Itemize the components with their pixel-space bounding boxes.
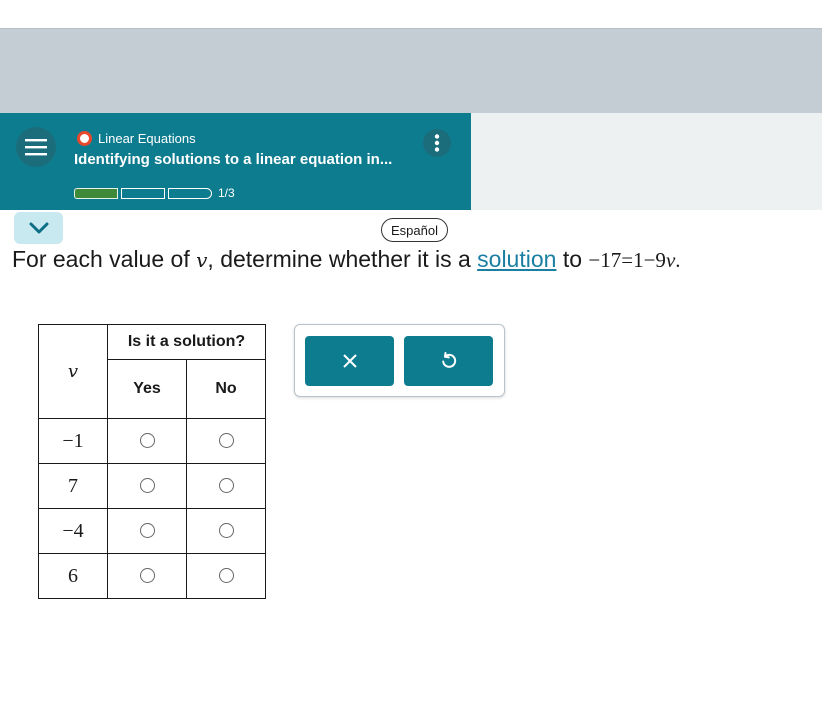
no-radio[interactable]	[218, 433, 234, 449]
yes-radio[interactable]	[139, 433, 155, 449]
no-cell	[186, 418, 266, 464]
question-variable: v	[196, 248, 208, 272]
row-value: −1	[38, 418, 108, 464]
lesson-subtitle: Identifying solutions to a linear equati…	[74, 151, 393, 168]
menu-button[interactable]	[16, 127, 56, 167]
table-row: −1	[38, 418, 266, 464]
solution-link[interactable]: solution	[477, 246, 556, 272]
no-radio[interactable]	[218, 568, 234, 584]
no-cell	[186, 463, 266, 509]
question-middle: , determine whether it is a	[207, 246, 478, 272]
progress-bar: 1/3	[74, 186, 235, 200]
chevron-down-icon	[29, 222, 48, 234]
yes-header: Yes	[107, 359, 187, 419]
group-header: Is it a solution?	[107, 324, 266, 360]
yes-cell	[107, 553, 187, 599]
question-to: to	[556, 246, 589, 272]
topic-header: Linear Equations Identifying solutions t…	[0, 113, 471, 210]
topic-status-icon	[77, 131, 92, 146]
table-row: −4	[38, 508, 266, 554]
more-options-button[interactable]	[423, 129, 451, 157]
question-prefix: For each value of	[12, 246, 197, 272]
equation-left: −17=1−9	[588, 248, 666, 272]
question-text: For each value of v, determine whether i…	[12, 246, 681, 273]
equation-variable: v	[665, 248, 676, 272]
row-value: −4	[38, 508, 108, 554]
progress-segment-2	[121, 187, 165, 199]
undo-icon	[441, 352, 456, 368]
collapse-button[interactable]	[14, 212, 63, 244]
answer-tools-panel	[294, 324, 505, 397]
hamburger-menu-icon	[25, 139, 47, 156]
no-cell	[186, 508, 266, 554]
progress-segment-3	[168, 187, 212, 199]
progress-text: 1/3	[218, 186, 235, 200]
no-header: No	[186, 359, 266, 419]
yes-cell	[107, 463, 187, 509]
close-icon	[342, 354, 357, 368]
solution-table: v Is it a solution? Yes No −1 7 −4 6	[38, 324, 266, 599]
table-row: 7	[38, 463, 266, 509]
language-button[interactable]: Español	[381, 218, 448, 242]
yes-cell	[107, 508, 187, 554]
yes-radio[interactable]	[139, 568, 155, 584]
yes-radio[interactable]	[139, 523, 155, 539]
topic-label: Linear Equations	[98, 131, 196, 146]
top-gray-band	[0, 29, 822, 113]
browser-top-bar	[0, 0, 822, 29]
progress-segment-1	[74, 187, 118, 199]
vertical-dots-icon	[434, 134, 440, 152]
no-radio[interactable]	[218, 523, 234, 539]
equation-end: .	[675, 248, 681, 272]
topic-row: Linear Equations	[77, 131, 196, 146]
variable-header: v	[38, 324, 108, 419]
equation: −17=1−9v.	[588, 248, 680, 272]
no-cell	[186, 553, 266, 599]
yes-cell	[107, 418, 187, 464]
yes-radio[interactable]	[139, 478, 155, 494]
header-right-strip	[471, 113, 822, 210]
row-value: 7	[38, 463, 108, 509]
undo-button[interactable]	[404, 336, 493, 386]
clear-button[interactable]	[305, 336, 394, 386]
no-radio[interactable]	[218, 478, 234, 494]
row-value: 6	[38, 553, 108, 599]
table-row: 6	[38, 553, 266, 599]
